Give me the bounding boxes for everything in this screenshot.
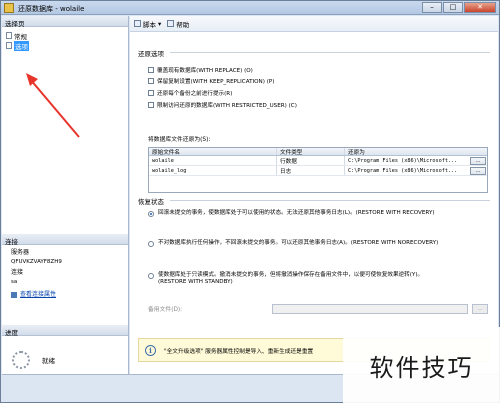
checkbox-with-replace[interactable]: 覆盖现有数据库(WITH REPLACE) (O)	[148, 66, 253, 74]
radio-button[interactable]	[148, 211, 154, 217]
help-button[interactable]: 帮助	[167, 19, 189, 29]
help-icon	[167, 20, 175, 27]
cell-restore-path[interactable]: C:\Program Files (x86)\Microsoft...	[348, 158, 457, 164]
recovery-state-title: 恢复状态	[138, 198, 164, 206]
checkbox[interactable]	[148, 78, 154, 84]
divider	[170, 200, 490, 201]
checkbox-label: 覆盖现有数据库(WITH REPLACE) (O)	[157, 68, 253, 74]
checkbox[interactable]	[148, 67, 154, 73]
close-button[interactable]: ✕	[464, 2, 496, 13]
watermark-text: 软件技巧	[343, 327, 500, 403]
checkbox-restricted-user[interactable]: 限制访问还原的数据库(WITH RESTRICTED_USER) (C)	[148, 101, 297, 109]
options-pane: 脚本 ▾ 帮助 还原选项 覆盖现有数据库(WITH REPLACE) (O) 保…	[130, 16, 498, 374]
standby-file-label: 备用文件(D):	[148, 307, 183, 313]
browse-button[interactable]: ...	[470, 166, 486, 175]
page-list: 常规 选项	[2, 27, 128, 234]
connection-value: sa	[11, 278, 18, 285]
info-text: "全文升级选项" 服务器属性控制是导入、重新生成还是重置	[164, 348, 314, 355]
restore-as-label: 将数据库文件还原为(S):	[148, 137, 211, 143]
script-label: 脚本	[143, 20, 156, 29]
nav-item-general[interactable]: 常规	[6, 31, 27, 41]
toolbar: 脚本 ▾ 帮助	[130, 16, 498, 32]
maximize-button[interactable]: □	[443, 2, 463, 13]
radio-with-norecovery[interactable]: 不对数据库执行任何操作，不回滚未提交的事务。可以还原其他事务日志(A)。(RES…	[148, 240, 438, 247]
radio-button[interactable]	[148, 273, 154, 279]
column-header[interactable]: 原始文件名	[149, 148, 277, 156]
checkbox-prompt-before-restore[interactable]: 还原每个备份之前进行提示(R)	[148, 89, 232, 97]
dropdown-arrow-icon[interactable]: ▾	[158, 20, 161, 28]
checkbox-label: 保留复制设置(WITH KEEP_REPLICATION) (P)	[157, 79, 275, 85]
nav-item-label: 选项	[14, 40, 29, 51]
table-row[interactable]: wolaile 行数据 C:\Program Files (x86)\Micro…	[149, 156, 487, 166]
checkbox-keep-replication[interactable]: 保留复制设置(WITH KEEP_REPLICATION) (P)	[148, 77, 274, 85]
radio-label: 回滚未提交的事务，使数据库处于可以使用的状态。无法还原其他事务日志(L)。(RE…	[158, 210, 435, 216]
radio-with-standby[interactable]: 使数据库处于只读模式。撤消未提交的事务，但将撤消操作保存在备用文件中，以便可使恢…	[148, 272, 423, 286]
help-label: 帮助	[176, 20, 190, 29]
page-icon	[6, 32, 12, 39]
standby-file-input[interactable]	[272, 304, 468, 314]
checkbox[interactable]	[148, 90, 154, 96]
connection-label: 连接	[11, 269, 24, 276]
minimize-button[interactable]: –	[422, 2, 442, 13]
radio-button[interactable]	[148, 241, 154, 247]
annotation-arrow	[26, 73, 80, 138]
cell-restore-path[interactable]: C:\Program Files (x86)\Microsoft...	[348, 168, 457, 174]
checkbox-label: 限制访问还原的数据库(WITH RESTRICTED_USER) (C)	[157, 103, 297, 109]
script-button[interactable]: 脚本 ▾	[134, 19, 161, 29]
checkbox[interactable]	[148, 102, 154, 108]
restore-options-title: 还原选项	[138, 50, 164, 58]
progress-spinner-icon	[12, 351, 30, 369]
page-icon	[6, 42, 12, 49]
select-page-header: 选择页	[2, 16, 128, 28]
divider	[170, 52, 490, 53]
script-icon	[134, 20, 141, 27]
cell-file-type: 日志	[277, 166, 345, 175]
cell-file-name: wolaile	[149, 156, 277, 165]
properties-icon	[11, 292, 17, 299]
nav-item-label: 常规	[14, 32, 27, 41]
column-header[interactable]: 还原为	[345, 148, 487, 156]
server-value: QFUVKZVAYF8ZH9	[11, 258, 62, 265]
connection-header: 连接	[2, 234, 128, 246]
radio-with-recovery[interactable]: 回滚未提交的事务，使数据库处于可以使用的状态。无法还原其他事务日志(L)。(RE…	[148, 210, 435, 217]
grid-header: 原始文件名 文件类型 还原为	[149, 148, 487, 156]
radio-label: 使数据库处于只读模式。撤消未提交的事务，但将撤消操作保存在备用文件中，以便可使恢…	[158, 272, 424, 278]
left-pane: 选择页 常规 选项 连接 服务器 QFUVKZVAYF8ZH9 连接 sa 查看…	[2, 16, 129, 374]
checkbox-label: 还原每个备份之前进行提示(R)	[157, 91, 233, 97]
connection-info: 服务器 QFUVKZVAYF8ZH9 连接 sa 查看连接属性	[2, 245, 128, 325]
cell-file-name: wolaile_log	[149, 166, 277, 175]
info-icon: i	[145, 344, 156, 356]
browse-button[interactable]: ...	[470, 156, 486, 165]
cell-file-type: 行数据	[277, 156, 345, 165]
nav-item-options[interactable]: 选项	[6, 40, 29, 51]
column-header[interactable]: 文件类型	[277, 148, 345, 156]
app-icon	[4, 3, 14, 13]
progress-header: 进度	[2, 325, 128, 337]
view-connection-properties-link[interactable]: 查看连接属性	[20, 291, 56, 300]
server-label: 服务器	[11, 249, 30, 256]
restore-files-grid: 原始文件名 文件类型 还原为 wolaile 行数据 C:\Program Fi…	[148, 147, 488, 193]
standby-browse-button[interactable]: ...	[472, 304, 488, 314]
table-row[interactable]: wolaile_log 日志 C:\Program Files (x86)\Mi…	[149, 166, 487, 176]
window-title: 还原数据库 - wolaile	[18, 5, 85, 13]
radio-label-cont: (RESTORE WITH STANDBY)	[158, 279, 233, 285]
progress-status: 就绪	[42, 357, 55, 365]
title-bar: 还原数据库 - wolaile – □ ✕	[1, 1, 499, 15]
radio-label: 不对数据库执行任何操作，不回滚未提交的事务。可以还原其他事务日志(A)。(RES…	[158, 240, 439, 246]
